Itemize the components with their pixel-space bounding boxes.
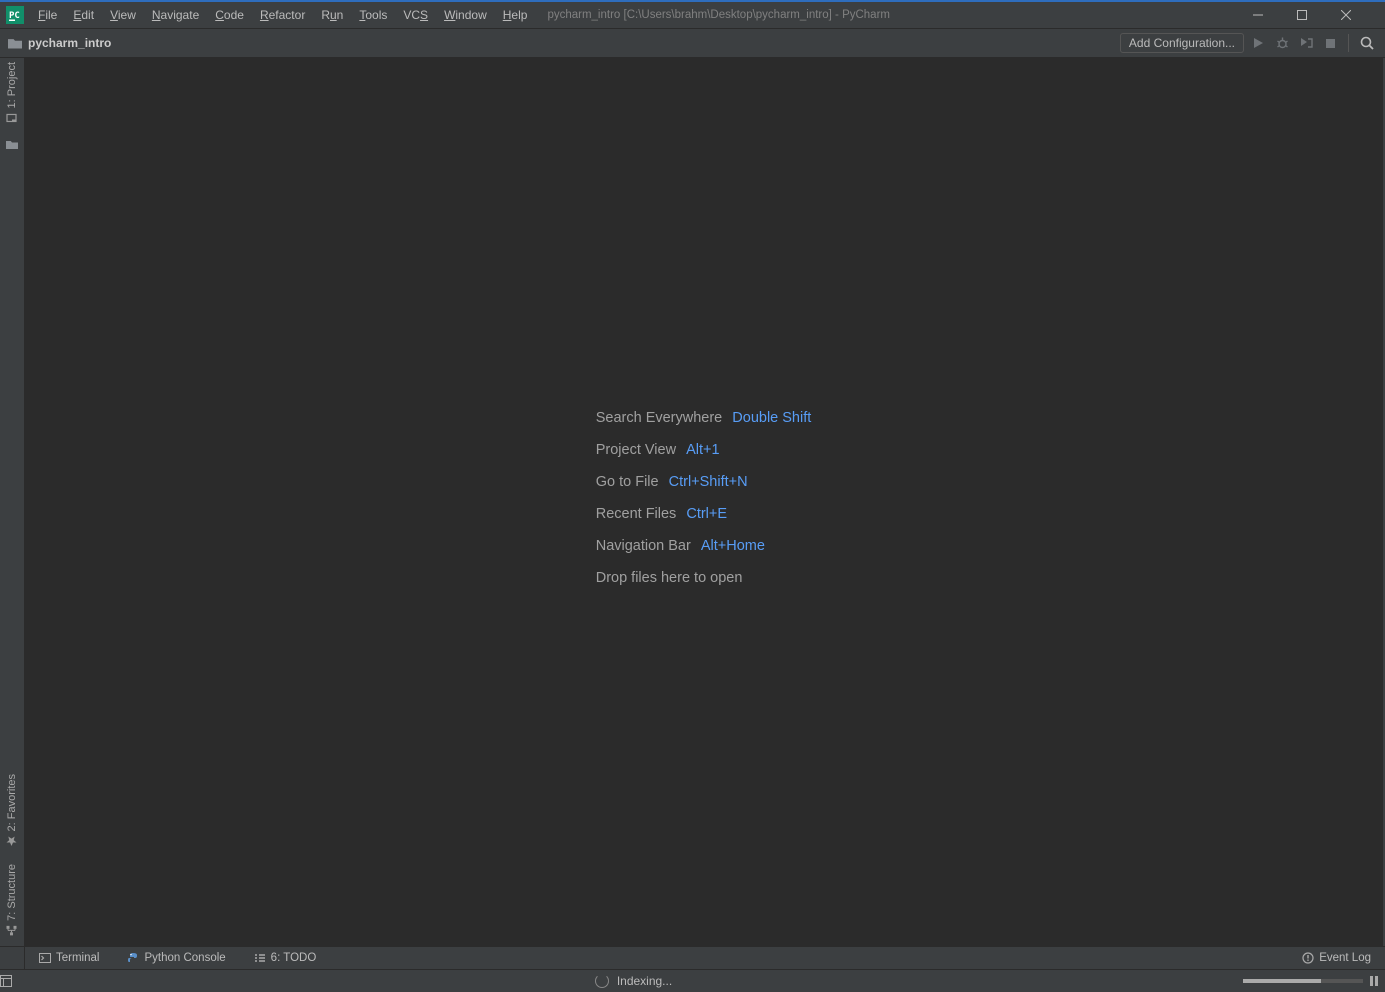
- structure-icon: [7, 925, 18, 936]
- stop-icon[interactable]: [1320, 33, 1340, 53]
- pause-icon[interactable]: [1369, 975, 1379, 987]
- debug-icon[interactable]: [1272, 33, 1292, 53]
- todo-tab[interactable]: 6: TODO: [240, 947, 331, 969]
- terminal-icon: [39, 953, 51, 963]
- menu-view[interactable]: View: [102, 2, 144, 28]
- status-bar: Indexing...: [0, 969, 1385, 992]
- toolbar-right: Add Configuration...: [1120, 33, 1385, 53]
- editor-tips: Search Everywhere Double Shift Project V…: [596, 402, 812, 602]
- tip-shortcut: Double Shift: [732, 410, 811, 426]
- add-configuration-button[interactable]: Add Configuration...: [1120, 33, 1244, 53]
- menu-vcs[interactable]: VCS: [395, 2, 436, 28]
- folder-icon: [8, 38, 22, 49]
- editor-empty-state[interactable]: Search Everywhere Double Shift Project V…: [25, 58, 1382, 946]
- event-log-tab[interactable]: Event Log: [1288, 947, 1375, 969]
- tool-favorites-tab[interactable]: 2: Favorites: [4, 770, 20, 850]
- event-log-icon: [1302, 952, 1314, 964]
- tool-structure-label: 7: Structure: [6, 864, 18, 921]
- window-controls: [1253, 10, 1385, 20]
- toolbar: pycharm_intro Add Configuration...: [0, 29, 1385, 58]
- breadcrumb[interactable]: pycharm_intro: [0, 36, 111, 50]
- drop-hint: Drop files here to open: [596, 570, 743, 586]
- left-gutter: 1: Project 2: Favorites: [0, 58, 25, 946]
- todo-label: 6: TODO: [271, 947, 317, 969]
- run-with-coverage-icon[interactable]: [1296, 33, 1316, 53]
- spinner-icon: [595, 974, 609, 988]
- tool-favorites-label: 2: Favorites: [6, 774, 18, 831]
- maximize-button[interactable]: [1297, 10, 1341, 20]
- search-everywhere-icon[interactable]: [1357, 33, 1377, 53]
- tip-label: Recent Files: [596, 506, 677, 522]
- menu-file[interactable]: File: [30, 2, 65, 28]
- tip-label: Go to File: [596, 474, 659, 490]
- tip-label: Navigation Bar: [596, 538, 691, 554]
- folder-icon: [6, 139, 18, 152]
- progress-bar[interactable]: [1243, 979, 1363, 983]
- menu-run[interactable]: Run: [313, 2, 351, 28]
- menubar: PC File Edit View Navigate Code Refactor…: [0, 2, 1385, 29]
- menu-navigate[interactable]: Navigate: [144, 2, 207, 28]
- tip-shortcut: Ctrl+E: [686, 506, 727, 522]
- bottom-tool-tabs: Terminal Python Console 6: TODO Event Lo…: [0, 946, 1385, 969]
- tool-structure-tab[interactable]: 7: Structure: [4, 860, 20, 940]
- star-icon: [7, 835, 18, 846]
- status-right: [1243, 975, 1385, 987]
- window-title: pycharm_intro [C:\Users\brahm\Desktop\py…: [547, 9, 1253, 21]
- tool-files-tab[interactable]: [6, 135, 18, 156]
- status-message-area: Indexing...: [24, 974, 1243, 988]
- tip-shortcut: Alt+1: [686, 442, 719, 458]
- todo-icon: [254, 953, 266, 963]
- main-area: 1: Project 2: Favorites: [0, 58, 1385, 946]
- python-console-label: Python Console: [144, 947, 225, 969]
- pycharm-window: PC File Edit View Navigate Code Refactor…: [0, 0, 1385, 992]
- python-icon: [127, 952, 139, 964]
- toolbar-separator: [1348, 34, 1349, 52]
- tool-windows-quick-access[interactable]: [0, 975, 24, 987]
- menu-help[interactable]: Help: [495, 2, 536, 28]
- tip-label: Search Everywhere: [596, 410, 723, 426]
- tip-label: Project View: [596, 442, 676, 458]
- app-icon: PC: [6, 6, 24, 24]
- bottom-tabs-right: Event Log: [1288, 947, 1385, 969]
- event-log-label: Event Log: [1319, 947, 1371, 969]
- run-icon[interactable]: [1248, 33, 1268, 53]
- python-console-tab[interactable]: Python Console: [113, 947, 239, 969]
- menu-tools[interactable]: Tools: [351, 2, 395, 28]
- minimize-button[interactable]: [1253, 10, 1297, 20]
- status-message: Indexing...: [617, 974, 672, 988]
- menu-refactor[interactable]: Refactor: [252, 2, 313, 28]
- breadcrumb-label: pycharm_intro: [28, 36, 111, 50]
- tool-project-tab[interactable]: 1: Project: [4, 58, 20, 127]
- tip-shortcut: Alt+Home: [701, 538, 765, 554]
- terminal-label: Terminal: [56, 947, 99, 969]
- tip-shortcut: Ctrl+Shift+N: [669, 474, 748, 490]
- project-icon: [7, 112, 18, 123]
- close-button[interactable]: [1341, 10, 1385, 20]
- terminal-tab[interactable]: Terminal: [25, 947, 113, 969]
- tool-project-label: 1: Project: [6, 62, 18, 108]
- menu-window[interactable]: Window: [436, 2, 495, 28]
- menu-edit[interactable]: Edit: [65, 2, 102, 28]
- menu-code[interactable]: Code: [207, 2, 252, 28]
